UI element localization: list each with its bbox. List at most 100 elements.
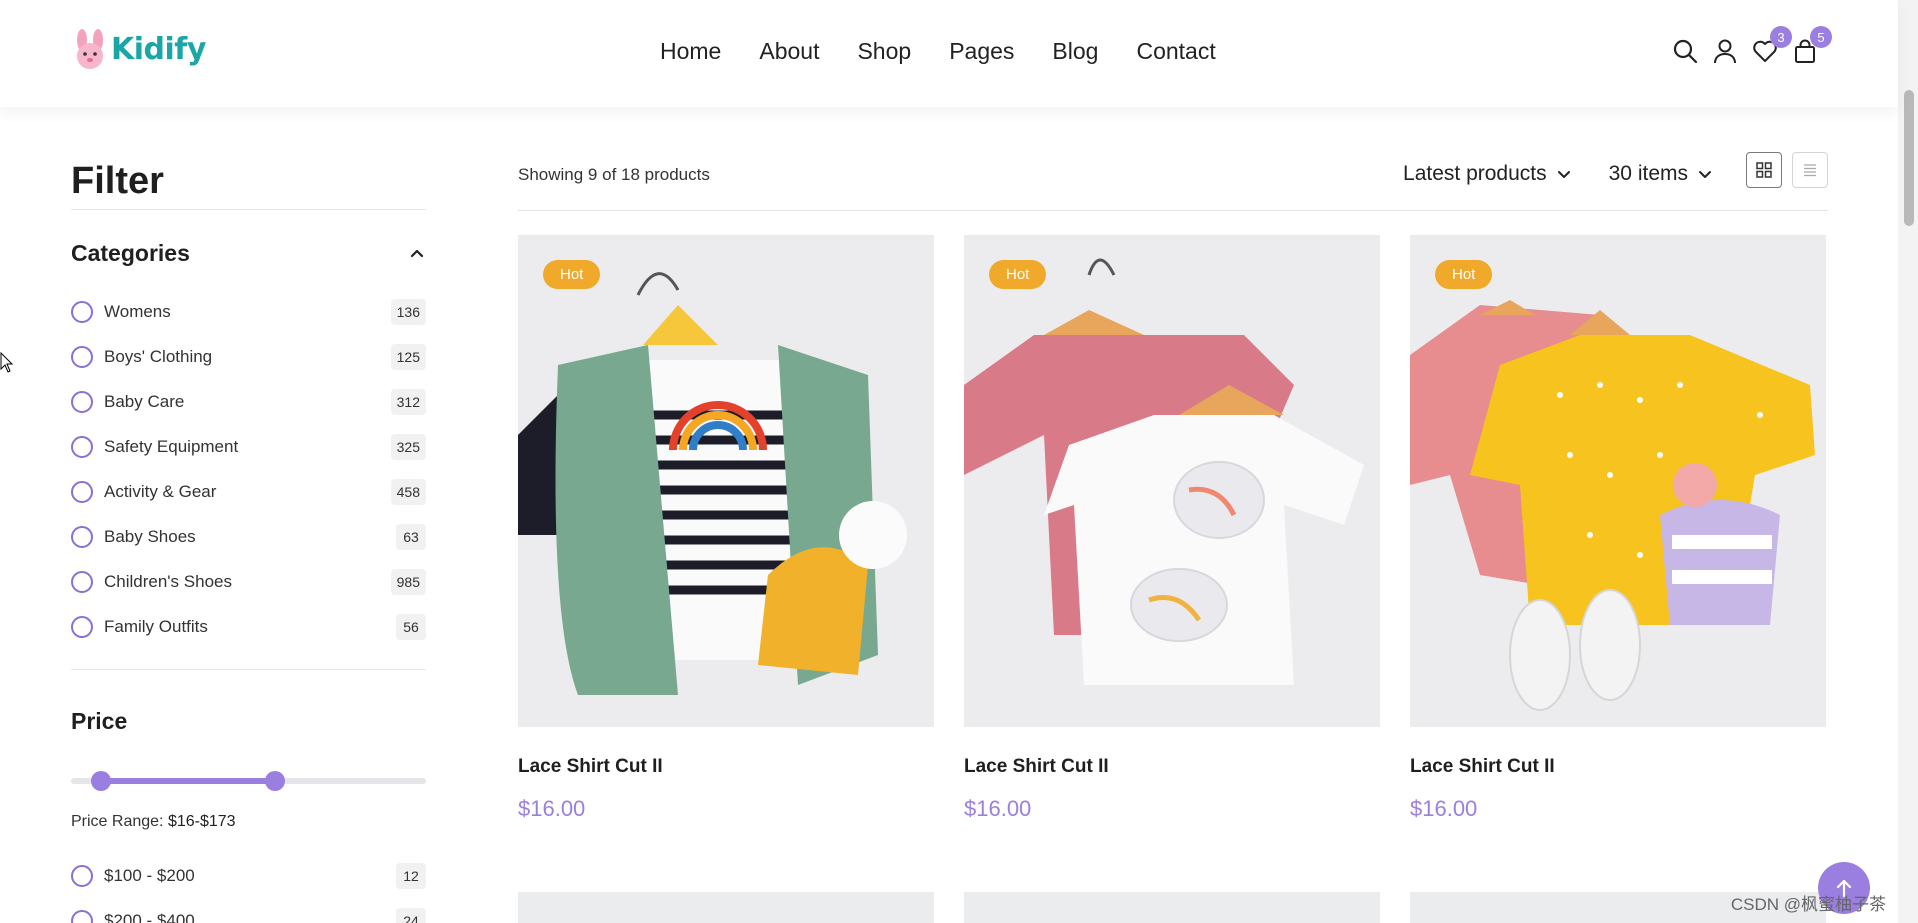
wishlist-count-badge: 3 [1770, 26, 1792, 48]
price-option-100-200[interactable]: $100 - $200 12 [71, 853, 426, 898]
category-count: 56 [396, 613, 426, 640]
nav-contact[interactable]: Contact [1136, 38, 1215, 65]
category-label: Activity & Gear [104, 481, 217, 501]
category-label: Children's Shoes [104, 571, 232, 591]
user-icon[interactable] [1712, 38, 1738, 64]
grid-view-button[interactable] [1746, 152, 1782, 188]
chevron-down-icon [1699, 171, 1711, 178]
product-card[interactable]: Hot Lace Shirt Cut II $16.00 [964, 235, 1380, 822]
scrollbar-thumb[interactable] [1904, 90, 1914, 226]
category-radio[interactable] [71, 390, 93, 413]
price-radio[interactable] [71, 909, 93, 923]
categories-title: Categories [71, 240, 190, 266]
cart-button[interactable]: 5 [1792, 26, 1832, 64]
price-range-label: Price Range: [71, 813, 164, 830]
category-item-safety-equipment[interactable]: Safety Equipment 325 [71, 424, 426, 469]
category-item-womens[interactable]: Womens 136 [71, 289, 426, 334]
price-slider-min-handle[interactable] [91, 771, 112, 791]
price-range-value: $16-$173 [167, 813, 236, 830]
chevron-up-icon[interactable] [408, 245, 426, 263]
category-radio[interactable] [71, 480, 93, 503]
header-icons: 3 5 [1672, 26, 1832, 64]
filter-sidebar: Filter Categories Womens 136 Boys' Cloth… [71, 160, 426, 923]
category-radio[interactable] [71, 300, 93, 323]
category-radio[interactable] [71, 615, 93, 638]
category-label: Baby Shoes [104, 526, 196, 546]
nav-home[interactable]: Home [660, 38, 721, 65]
category-item-baby-care[interactable]: Baby Care 312 [71, 379, 426, 424]
hot-badge: Hot [543, 260, 601, 289]
bunny-logo-icon [71, 28, 109, 70]
nav-shop[interactable]: Shop [857, 38, 911, 65]
brand-logo[interactable]: Kidify [71, 28, 206, 70]
product-card[interactable]: Hot Lace Shirt Cut II $16.00 [1410, 235, 1826, 822]
category-count: 312 [390, 388, 426, 415]
price-slider-range [101, 778, 276, 784]
product-title[interactable]: Lace Shirt Cut II [964, 756, 1380, 778]
per-page-dropdown[interactable]: 30 items [1609, 154, 1712, 186]
category-item-childrens-shoes[interactable]: Children's Shoes 985 [71, 559, 426, 604]
category-radio[interactable] [71, 345, 93, 368]
cart-count-badge: 5 [1810, 26, 1832, 48]
nav-blog[interactable]: Blog [1052, 38, 1098, 65]
price-option-label: $100 - $200 [104, 865, 195, 885]
product-image[interactable]: Hot [1410, 235, 1826, 727]
price-range-text: Price Range: $16-$173 [71, 813, 426, 831]
price-radio[interactable] [71, 864, 93, 887]
product-title[interactable]: Lace Shirt Cut II [518, 756, 934, 778]
product-grid-next-row [518, 892, 1828, 923]
sort-dropdown[interactable]: Latest products [1403, 154, 1571, 186]
product-listing: Showing 9 of 18 products Latest products… [518, 152, 1828, 923]
product-title[interactable]: Lace Shirt Cut II [1410, 756, 1826, 778]
listing-toolbar: Showing 9 of 18 products Latest products… [518, 152, 1828, 211]
nav-about[interactable]: About [759, 38, 819, 65]
category-count: 985 [390, 568, 426, 595]
list-view-button[interactable] [1792, 152, 1828, 188]
main-nav: Home About Shop Pages Blog Contact [660, 38, 1254, 65]
price-title: Price [71, 708, 128, 734]
hot-badge: Hot [1435, 260, 1493, 289]
category-count: 136 [390, 298, 426, 325]
category-count: 458 [390, 478, 426, 505]
price-option-200-400[interactable]: $200 - $400 24 [71, 898, 426, 923]
product-image[interactable]: Hot [964, 235, 1380, 727]
sort-label: Latest products [1403, 162, 1547, 185]
nav-pages[interactable]: Pages [949, 38, 1014, 65]
scrollbar[interactable] [1898, 0, 1918, 923]
category-item-family-outfits[interactable]: Family Outfits 56 [71, 604, 426, 649]
price-option-list: $100 - $200 12 $200 - $400 24 [71, 853, 426, 923]
price-option-count: 24 [396, 907, 426, 923]
category-item-boys-clothing[interactable]: Boys' Clothing 125 [71, 334, 426, 379]
product-price: $16.00 [518, 796, 586, 821]
hot-badge: Hot [989, 260, 1047, 289]
site-header: Kidify Home About Shop Pages Blog Contac… [0, 0, 1898, 107]
price-slider-max-handle[interactable] [265, 771, 286, 791]
categories-header[interactable]: Categories [71, 240, 426, 267]
category-item-activity-gear[interactable]: Activity & Gear 458 [71, 469, 426, 514]
category-label: Safety Equipment [104, 436, 239, 456]
product-image[interactable] [964, 892, 1380, 923]
price-slider[interactable] [71, 771, 426, 791]
product-card[interactable]: Hot Lace Shirt Cut II $16.00 [518, 235, 934, 822]
category-label: Family Outfits [104, 616, 208, 636]
category-count: 325 [390, 433, 426, 460]
product-image[interactable] [518, 892, 934, 923]
per-page-label: 30 items [1608, 162, 1688, 185]
product-price: $16.00 [1410, 796, 1478, 821]
product-price: $16.00 [964, 796, 1032, 821]
mouse-cursor-icon [0, 351, 14, 379]
category-label: Baby Care [104, 391, 185, 411]
product-grid: Hot Lace Shirt Cut II $16.00 Hot Lace Sh… [518, 235, 1828, 822]
product-image[interactable]: Hot [518, 235, 934, 727]
category-radio[interactable] [71, 435, 93, 458]
category-radio[interactable] [71, 570, 93, 593]
search-icon[interactable] [1672, 38, 1698, 64]
list-icon [1804, 164, 1816, 177]
category-radio[interactable] [71, 525, 93, 548]
wishlist-button[interactable]: 3 [1752, 26, 1792, 64]
category-item-baby-shoes[interactable]: Baby Shoes 63 [71, 514, 426, 559]
price-option-count: 12 [396, 862, 426, 889]
chevron-down-icon [1557, 171, 1570, 178]
filter-title: Filter [71, 160, 426, 210]
category-label: Boys' Clothing [104, 346, 213, 366]
